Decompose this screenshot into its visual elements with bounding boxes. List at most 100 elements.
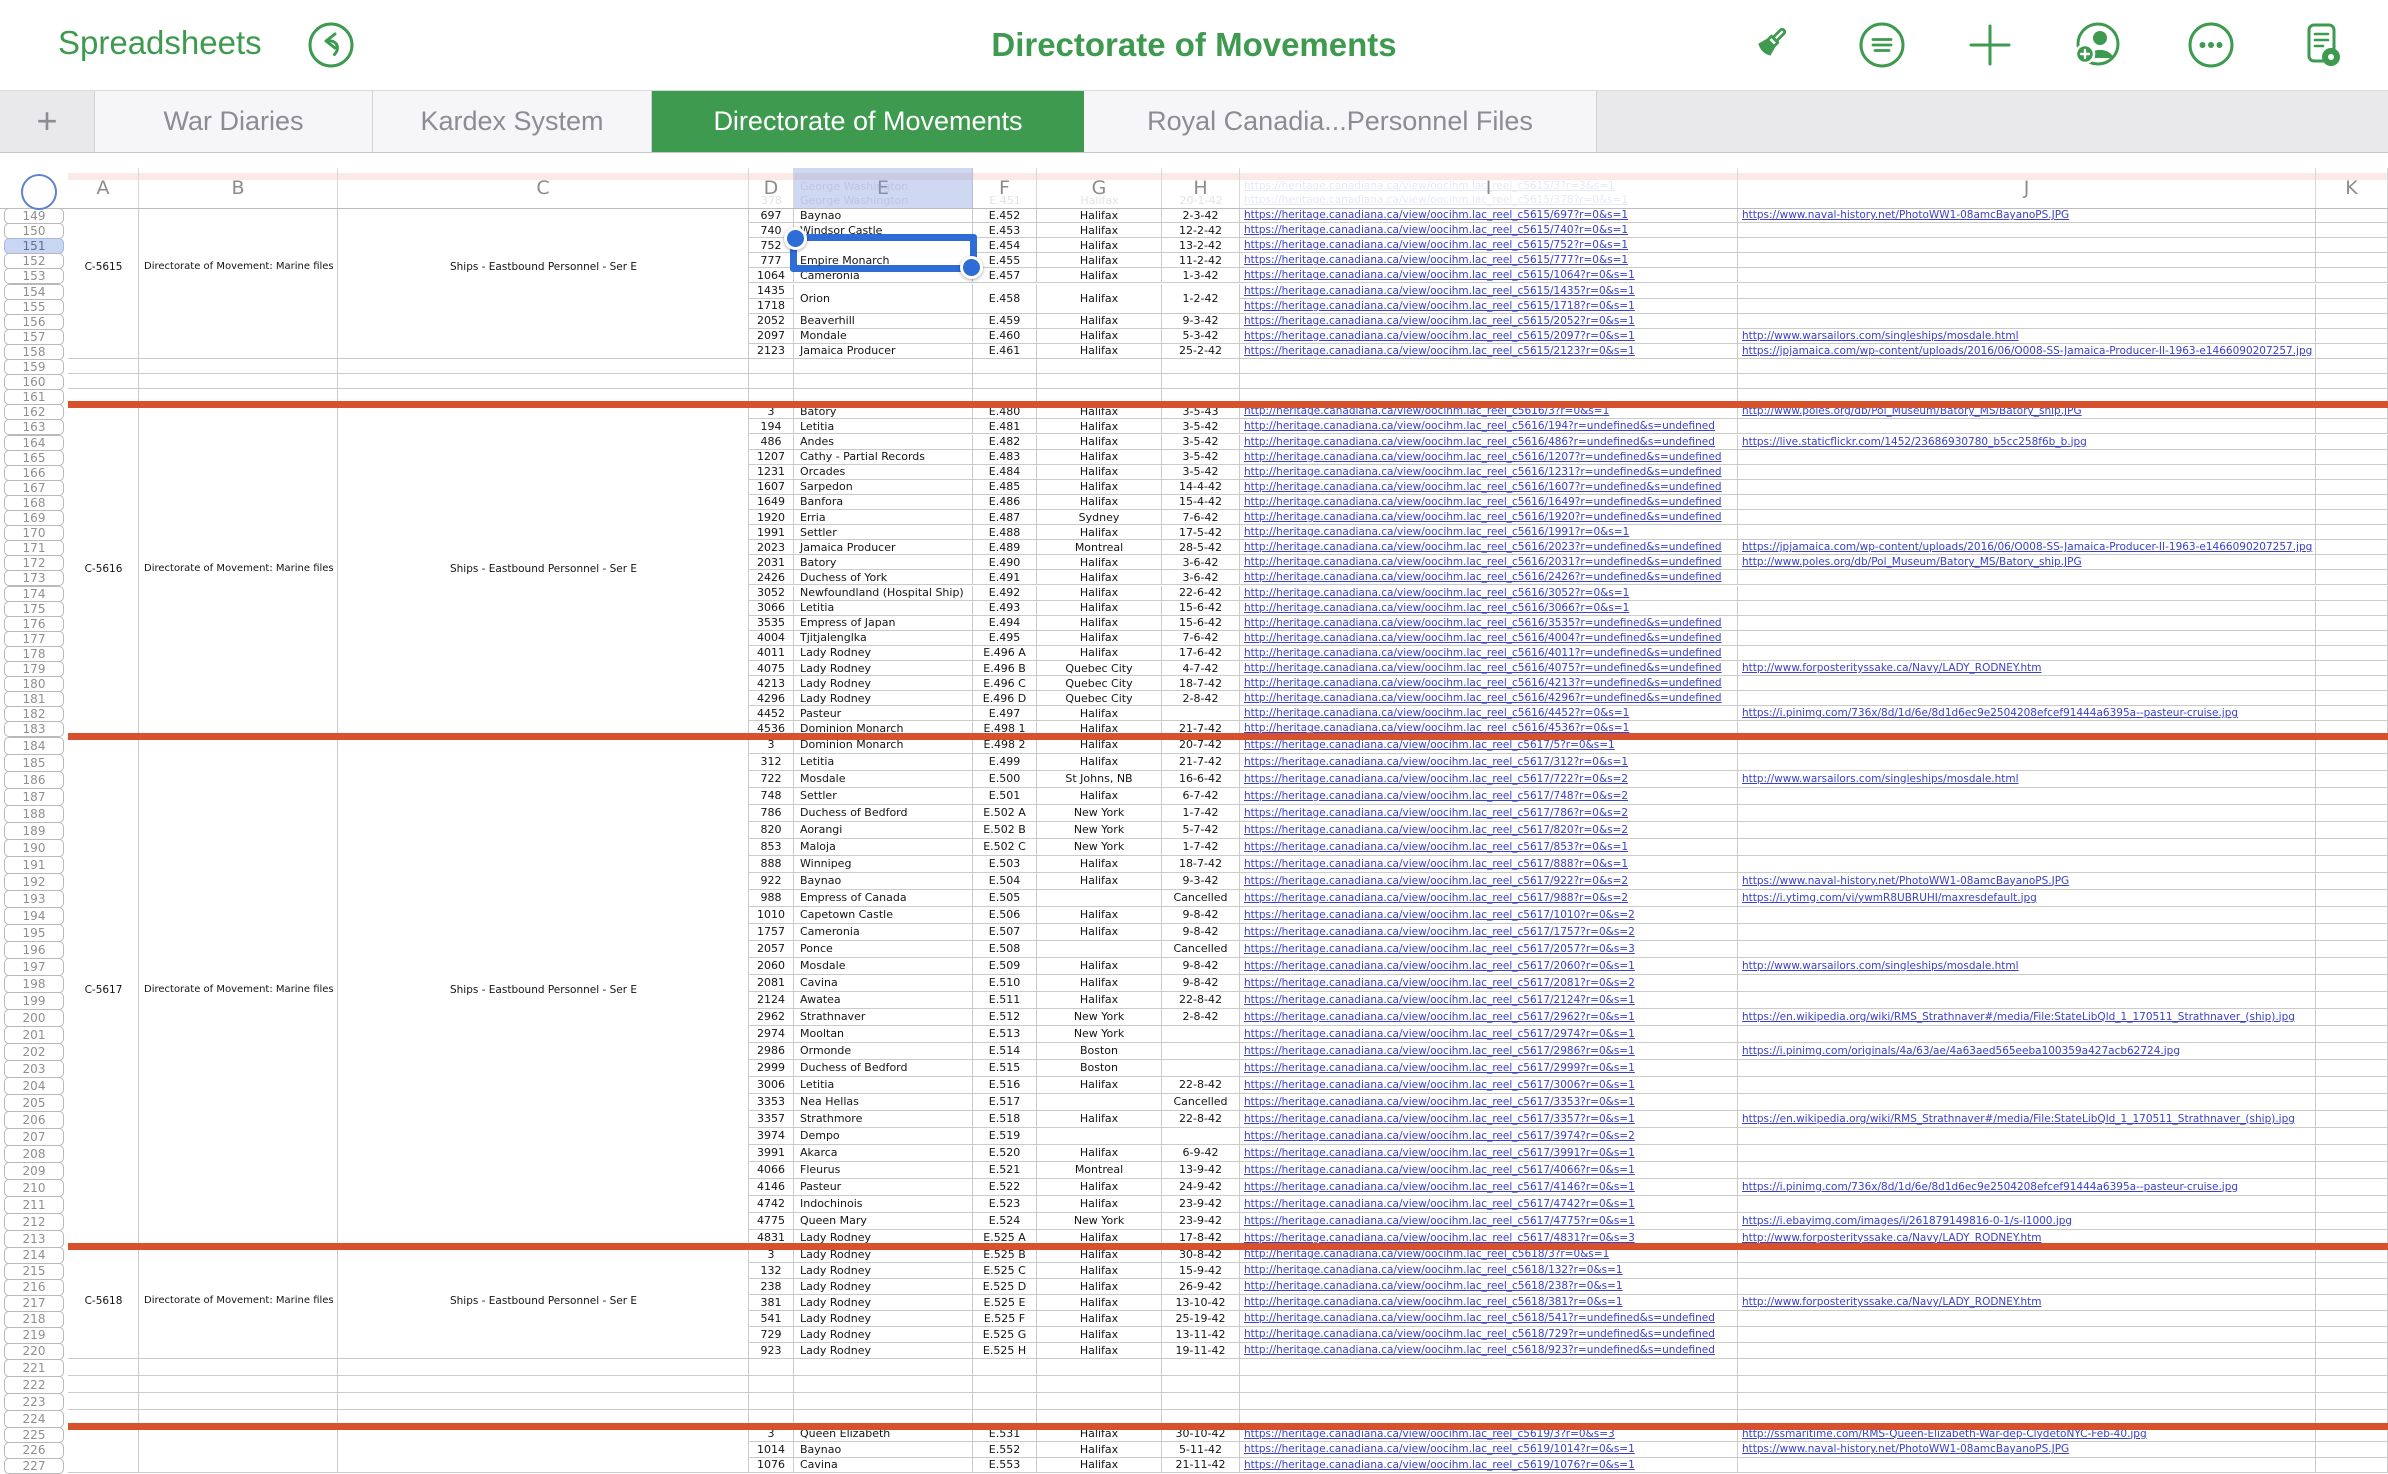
- cell-K226[interactable]: [2316, 1442, 2388, 1458]
- column-header-C[interactable]: C: [338, 168, 749, 208]
- cell-G217[interactable]: Halifax: [1037, 1295, 1162, 1311]
- cell-G206[interactable]: Halifax: [1037, 1111, 1162, 1128]
- row-header-215[interactable]: 215: [4, 1263, 64, 1280]
- cell-E156[interactable]: Beaverhill: [794, 314, 973, 329]
- cell-E168[interactable]: Banfora: [794, 495, 973, 510]
- row-header-179[interactable]: 179: [4, 661, 64, 677]
- cell-G212[interactable]: New York: [1037, 1213, 1162, 1230]
- cell-C221[interactable]: [338, 1359, 749, 1376]
- cell-G211[interactable]: Halifax: [1037, 1196, 1162, 1213]
- row-header-187[interactable]: 187: [4, 788, 64, 806]
- cell-K227[interactable]: [2316, 1458, 2388, 1474]
- cell-I192[interactable]: https://heritage.canadiana.ca/view/oocih…: [1240, 873, 1738, 890]
- cell-F201[interactable]: E.513: [973, 1026, 1037, 1043]
- cell-E176[interactable]: Empress of Japan: [794, 616, 973, 631]
- cell-E200[interactable]: Strathnaver: [794, 1009, 973, 1026]
- cell-G223[interactable]: [1037, 1393, 1162, 1410]
- cell-G194[interactable]: Halifax: [1037, 907, 1162, 924]
- cell-J167[interactable]: [1738, 480, 2316, 495]
- cell-K169[interactable]: [2316, 510, 2388, 525]
- cell-E210[interactable]: Pasteur: [794, 1179, 973, 1196]
- cell-G196[interactable]: [1037, 941, 1162, 958]
- cell-E166[interactable]: Orcades: [794, 465, 973, 480]
- cell-F163[interactable]: E.481: [973, 419, 1037, 434]
- cell-D186[interactable]: 722: [749, 771, 794, 788]
- cell-G170[interactable]: Halifax: [1037, 525, 1162, 540]
- cell-J156[interactable]: [1738, 314, 2316, 329]
- cell-K211[interactable]: [2316, 1196, 2388, 1213]
- cell-J227[interactable]: [1738, 1458, 2316, 1474]
- cell-A223[interactable]: [68, 1393, 139, 1410]
- row-header-209[interactable]: 209: [4, 1162, 64, 1180]
- cell-I193[interactable]: https://heritage.canadiana.ca/view/oocih…: [1240, 890, 1738, 907]
- cell-F170[interactable]: E.488: [973, 525, 1037, 540]
- cell-I220[interactable]: http://heritage.canadiana.ca/view/oocihm…: [1240, 1343, 1738, 1359]
- cell-J216[interactable]: [1738, 1279, 2316, 1295]
- cell-K189[interactable]: [2316, 822, 2388, 839]
- cell-E216[interactable]: Lady Rodney: [794, 1279, 973, 1295]
- row-header-211[interactable]: 211: [4, 1196, 64, 1214]
- cell-F160[interactable]: [973, 374, 1037, 389]
- cell-J165[interactable]: [1738, 450, 2316, 465]
- cell-D157[interactable]: 2097: [749, 329, 794, 344]
- cell-I185[interactable]: https://heritage.canadiana.ca/view/oocih…: [1240, 754, 1738, 771]
- row-header-201[interactable]: 201: [4, 1026, 64, 1044]
- cell-I210[interactable]: https://heritage.canadiana.ca/view/oocih…: [1240, 1179, 1738, 1196]
- cell-E219[interactable]: Lady Rodney: [794, 1327, 973, 1343]
- cell-I216[interactable]: http://heritage.canadiana.ca/view/oocihm…: [1240, 1279, 1738, 1295]
- cell-J153[interactable]: [1738, 268, 2316, 283]
- cell-I172[interactable]: http://heritage.canadiana.ca/view/oocihm…: [1240, 555, 1738, 570]
- row-header-210[interactable]: 210: [4, 1179, 64, 1197]
- cell-D195[interactable]: 1757: [749, 924, 794, 941]
- cell-I226[interactable]: https://heritage.canadiana.ca/view/oocih…: [1240, 1442, 1738, 1458]
- cell-H150[interactable]: 12-2-42: [1162, 223, 1240, 238]
- cell-J179[interactable]: http://www.forposterityssake.ca/Navy/LAD…: [1738, 661, 2316, 676]
- cell-H190[interactable]: 1-7-42: [1162, 839, 1240, 856]
- row-header-193[interactable]: 193: [4, 890, 64, 908]
- cell-G179[interactable]: Quebec City: [1037, 661, 1162, 676]
- sheet-tab-war-diaries[interactable]: War Diaries: [95, 90, 373, 152]
- cell-K156[interactable]: [2316, 314, 2388, 329]
- cell-D182[interactable]: 4452: [749, 706, 794, 721]
- cell-D171[interactable]: 2023: [749, 540, 794, 555]
- cell-E167[interactable]: Sarpedon: [794, 480, 973, 495]
- row-header-165[interactable]: 165: [4, 450, 64, 466]
- cell-K201[interactable]: [2316, 1026, 2388, 1043]
- cell-F221[interactable]: [973, 1359, 1037, 1376]
- cell-H201[interactable]: [1162, 1026, 1240, 1043]
- cell-K177[interactable]: [2316, 631, 2388, 646]
- row-header-202[interactable]: 202: [4, 1043, 64, 1061]
- row-header-171[interactable]: 171: [4, 540, 64, 556]
- cell-D211[interactable]: 4742: [749, 1196, 794, 1213]
- cell-E163[interactable]: Letitia: [794, 419, 973, 434]
- cell-D163[interactable]: 194: [749, 419, 794, 434]
- cell-H163[interactable]: 3-5-42: [1162, 419, 1240, 434]
- cell-J154[interactable]: [1738, 284, 2316, 299]
- cell-I222[interactable]: [1240, 1376, 1738, 1393]
- cell-K199[interactable]: [2316, 992, 2388, 1009]
- cell-E189[interactable]: Aorangi: [794, 822, 973, 839]
- row-header-203[interactable]: 203: [4, 1060, 64, 1078]
- cell-G175[interactable]: Halifax: [1037, 601, 1162, 616]
- cell-E204[interactable]: Letitia: [794, 1077, 973, 1094]
- cell-D172[interactable]: 2031: [749, 555, 794, 570]
- cell-H205[interactable]: Cancelled: [1162, 1094, 1240, 1111]
- cell-C159[interactable]: [338, 359, 749, 374]
- sheet-tab-kardex-system[interactable]: Kardex System: [373, 90, 652, 152]
- cell-D207[interactable]: 3974: [749, 1128, 794, 1145]
- cell-D200[interactable]: 2962: [749, 1009, 794, 1026]
- cell-H217[interactable]: 13-10-42: [1162, 1295, 1240, 1311]
- cell-D187[interactable]: 748: [749, 788, 794, 805]
- cell-E180[interactable]: Lady Rodney: [794, 676, 973, 691]
- cell-H152[interactable]: 11-2-42: [1162, 253, 1240, 268]
- cell-K171[interactable]: [2316, 540, 2388, 555]
- row-header-172[interactable]: 172: [4, 555, 64, 571]
- column-header-A[interactable]: A: [68, 168, 139, 208]
- cell-F187[interactable]: E.501: [973, 788, 1037, 805]
- cell-D191[interactable]: 888: [749, 856, 794, 873]
- cell-I188[interactable]: https://heritage.canadiana.ca/view/oocih…: [1240, 805, 1738, 822]
- cell-K196[interactable]: [2316, 941, 2388, 958]
- cell-G218[interactable]: Halifax: [1037, 1311, 1162, 1327]
- cell-F169[interactable]: E.487: [973, 510, 1037, 525]
- cell-H164[interactable]: 3-5-42: [1162, 435, 1240, 450]
